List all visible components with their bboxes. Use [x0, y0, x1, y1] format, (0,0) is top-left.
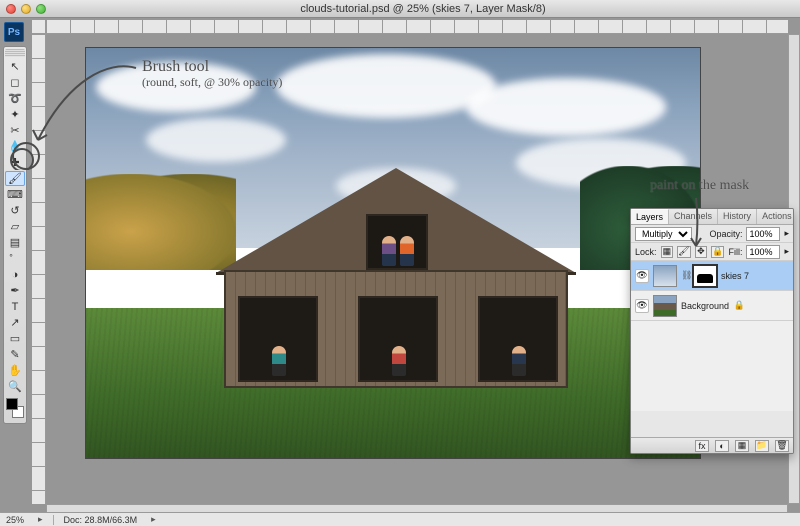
lock-icon: 🔒: [733, 300, 745, 311]
status-docinfo[interactable]: Doc: 28.8M/66.3M: [64, 515, 138, 525]
image-trees-left: [86, 174, 236, 270]
blend-mode-select[interactable]: Multiply: [635, 227, 692, 241]
window-title: clouds-tutorial.psd @ 25% (skies 7, Laye…: [46, 3, 800, 15]
ruler-horizontal[interactable]: [46, 20, 788, 34]
lock-position-button[interactable]: ✥: [695, 246, 708, 258]
layers-panel: LayersChannelsHistoryActionsPaths× Multi…: [630, 208, 794, 454]
foreground-color-swatch[interactable]: [6, 398, 18, 410]
toolbox-grip[interactable]: [5, 49, 25, 57]
lock-transparency-button[interactable]: ▦: [661, 246, 674, 258]
close-button[interactable]: [6, 4, 16, 14]
fill-label: Fill:: [728, 247, 742, 257]
layer-mask-thumbnail[interactable]: [693, 265, 717, 287]
ruler-vertical[interactable]: [32, 34, 46, 504]
status-zoom[interactable]: 25%: [6, 515, 24, 525]
status-zoom-menu-icon[interactable]: ▸: [38, 514, 43, 525]
tab-actions[interactable]: Actions: [757, 209, 794, 224]
stamp-tool[interactable]: ⌨: [5, 187, 25, 202]
tab-layers[interactable]: Layers: [631, 209, 669, 224]
crop-tool[interactable]: ✂: [5, 123, 25, 138]
opacity-flyout-icon[interactable]: ▸: [784, 228, 789, 239]
link-icon[interactable]: ⛓: [681, 270, 689, 281]
brush-tool[interactable]: 🖌: [5, 171, 25, 186]
minimize-button[interactable]: [21, 4, 31, 14]
opacity-input[interactable]: [746, 227, 780, 241]
path-tool[interactable]: ↗: [5, 315, 25, 330]
visibility-toggle[interactable]: 👁: [635, 299, 649, 313]
status-bar: 25% ▸ Doc: 28.8M/66.3M ▸: [0, 512, 800, 526]
blur-tool[interactable]: ゜: [5, 251, 25, 266]
panel-footer-button-4[interactable]: 🗑: [775, 440, 789, 452]
move-tool[interactable]: ↖: [5, 59, 25, 74]
fill-flyout-icon[interactable]: ▸: [784, 246, 789, 257]
wand-tool[interactable]: ✦: [5, 107, 25, 122]
type-tool[interactable]: T: [5, 299, 25, 314]
toolbox: ↖◻➰✦✂💧✚🖌⌨↺▱▤゜◑✒T↗▭✎✋🔍: [3, 46, 27, 424]
panel-footer: fx ◐ ▦ 📁 🗑: [631, 437, 793, 453]
image-barn: [216, 168, 576, 393]
panel-footer-button-0[interactable]: fx: [695, 440, 709, 452]
layer-thumbnail[interactable]: [653, 265, 677, 287]
traffic-lights: [6, 4, 46, 14]
lock-pixels-button[interactable]: 🖌: [677, 246, 690, 258]
panel-tabs: LayersChannelsHistoryActionsPaths×: [631, 209, 793, 225]
zoom-tool[interactable]: 🔍: [5, 379, 25, 394]
visibility-toggle[interactable]: 👁: [635, 269, 649, 283]
pen-tool[interactable]: ✒: [5, 283, 25, 298]
lasso-tool[interactable]: ➰: [5, 91, 25, 106]
zoom-button[interactable]: [36, 4, 46, 14]
tab-channels[interactable]: Channels: [669, 209, 718, 224]
opacity-label: Opacity:: [709, 229, 742, 239]
healing-tool[interactable]: ✚: [5, 155, 25, 170]
fill-input[interactable]: [746, 245, 780, 259]
panel-footer-button-2[interactable]: ▦: [735, 440, 749, 452]
hand-tool[interactable]: ✋: [5, 363, 25, 378]
shape-tool[interactable]: ▭: [5, 331, 25, 346]
ruler-origin[interactable]: [32, 20, 46, 34]
panel-footer-button-1[interactable]: ◐: [715, 440, 729, 452]
document-artboard[interactable]: [86, 48, 700, 458]
color-swatches[interactable]: [5, 397, 25, 419]
layers-list: 👁 ⛓ skies 7 👁 Background 🔒: [631, 261, 793, 411]
eyedropper-tool[interactable]: 💧: [5, 139, 25, 154]
app-badge: Ps: [4, 22, 24, 42]
layer-name[interactable]: Background: [681, 301, 729, 311]
layer-row[interactable]: 👁 Background 🔒: [631, 291, 793, 321]
panel-lock-row: Lock: ▦ 🖌 ✥ 🔒 Fill: ▸: [631, 243, 793, 261]
gradient-tool[interactable]: ▤: [5, 235, 25, 250]
tab-history[interactable]: History: [718, 209, 757, 224]
dodge-tool[interactable]: ◑: [5, 267, 25, 282]
notes-tool[interactable]: ✎: [5, 347, 25, 362]
layer-row[interactable]: 👁 ⛓ skies 7: [631, 261, 793, 291]
lock-label: Lock:: [635, 247, 657, 257]
panel-blend-row: Multiply Opacity: ▸: [631, 225, 793, 243]
layer-thumbnail[interactable]: [653, 295, 677, 317]
status-docinfo-menu-icon[interactable]: ▸: [151, 514, 156, 525]
eraser-tool[interactable]: ▱: [5, 219, 25, 234]
panel-footer-button-3[interactable]: 📁: [755, 440, 769, 452]
layer-name[interactable]: skies 7: [721, 271, 749, 281]
history-tool[interactable]: ↺: [5, 203, 25, 218]
lock-all-button[interactable]: 🔒: [711, 246, 724, 258]
window-titlebar: clouds-tutorial.psd @ 25% (skies 7, Laye…: [0, 0, 800, 18]
marquee-tool[interactable]: ◻: [5, 75, 25, 90]
